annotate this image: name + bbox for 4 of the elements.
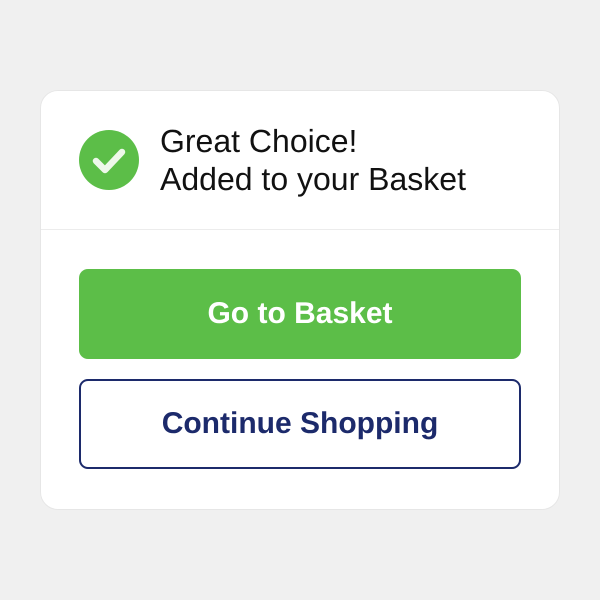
notice-title: Great Choice! bbox=[160, 122, 358, 160]
notice-message: Added to your Basket bbox=[160, 160, 466, 198]
continue-shopping-button[interactable]: Continue Shopping bbox=[79, 379, 521, 469]
check-circle-icon bbox=[79, 130, 139, 190]
